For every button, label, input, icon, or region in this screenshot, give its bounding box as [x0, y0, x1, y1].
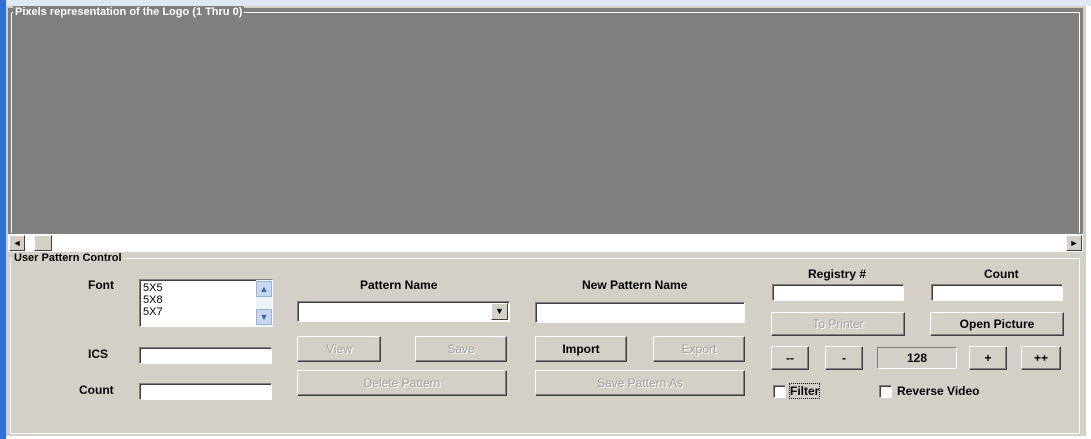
user-pattern-control: User Pattern Control Font 5X5 5X8 5X7 ▲ … — [8, 252, 1083, 436]
pattern-name-select[interactable]: ▼ — [297, 301, 510, 322]
horizontal-scrollbar[interactable]: ◄ ► — [8, 233, 1083, 252]
threshold-value: 128 — [877, 347, 957, 369]
scroll-thumb[interactable] — [34, 235, 52, 251]
decrease-big-button[interactable]: -- — [771, 346, 809, 370]
count2-label: Count — [984, 267, 1019, 281]
count-input[interactable] — [139, 383, 272, 400]
filter-label[interactable]: Filter — [788, 383, 821, 399]
font-label: Font — [88, 278, 114, 292]
registry-input[interactable] — [772, 284, 904, 301]
view-button[interactable]: View — [297, 336, 381, 362]
pixel-panel-legend: Pixels representation of the Logo (1 Thr… — [13, 6, 245, 18]
count-label: Count — [79, 383, 114, 397]
new-pattern-name-label: New Pattern Name — [582, 278, 688, 292]
reverse-video-label[interactable]: Reverse Video — [897, 384, 980, 398]
font-list-scrollbar[interactable]: ▲ ▼ — [256, 280, 272, 326]
pattern-name-label: Pattern Name — [360, 278, 438, 292]
font-option[interactable]: 5X7 — [140, 306, 272, 318]
increase-button[interactable]: + — [969, 346, 1007, 370]
save-pattern-as-button[interactable]: Save Pattern As — [535, 370, 745, 396]
to-printer-button[interactable]: To Printer — [771, 312, 905, 336]
font-option[interactable]: 5X5 — [140, 280, 272, 294]
new-pattern-name-input[interactable] — [535, 302, 745, 323]
font-listbox[interactable]: 5X5 5X8 5X7 ▲ ▼ — [139, 279, 273, 327]
ics-label: ICS — [88, 347, 109, 361]
delete-pattern-button[interactable]: Delete Pattern — [297, 370, 507, 396]
export-button[interactable]: Export — [653, 336, 745, 362]
open-picture-button[interactable]: Open Picture — [930, 312, 1064, 336]
scroll-down-icon[interactable]: ▼ — [256, 309, 272, 325]
scroll-left-button[interactable]: ◄ — [9, 235, 25, 251]
count2-input[interactable] — [931, 284, 1063, 301]
pixel-panel-border — [11, 12, 1080, 233]
user-pattern-legend: User Pattern Control — [12, 252, 124, 264]
scroll-up-icon[interactable]: ▲ — [256, 281, 272, 297]
increase-big-button[interactable]: ++ — [1021, 346, 1061, 370]
right-arrow-icon: ► — [1069, 238, 1079, 248]
dropdown-arrow-icon[interactable]: ▼ — [491, 303, 508, 320]
left-arrow-icon: ◄ — [12, 238, 22, 248]
reverse-video-checkbox[interactable] — [879, 385, 892, 398]
filter-checkbox[interactable] — [773, 385, 786, 398]
decrease-button[interactable]: - — [825, 346, 863, 370]
scroll-right-button[interactable]: ► — [1066, 235, 1082, 251]
ics-input[interactable] — [139, 347, 272, 364]
registry-label: Registry # — [808, 267, 867, 281]
import-button[interactable]: Import — [535, 336, 627, 362]
pixel-display-panel: Pixels representation of the Logo (1 Thr… — [8, 6, 1083, 233]
font-option[interactable]: 5X8 — [140, 294, 272, 306]
save-button[interactable]: Save — [415, 336, 507, 362]
